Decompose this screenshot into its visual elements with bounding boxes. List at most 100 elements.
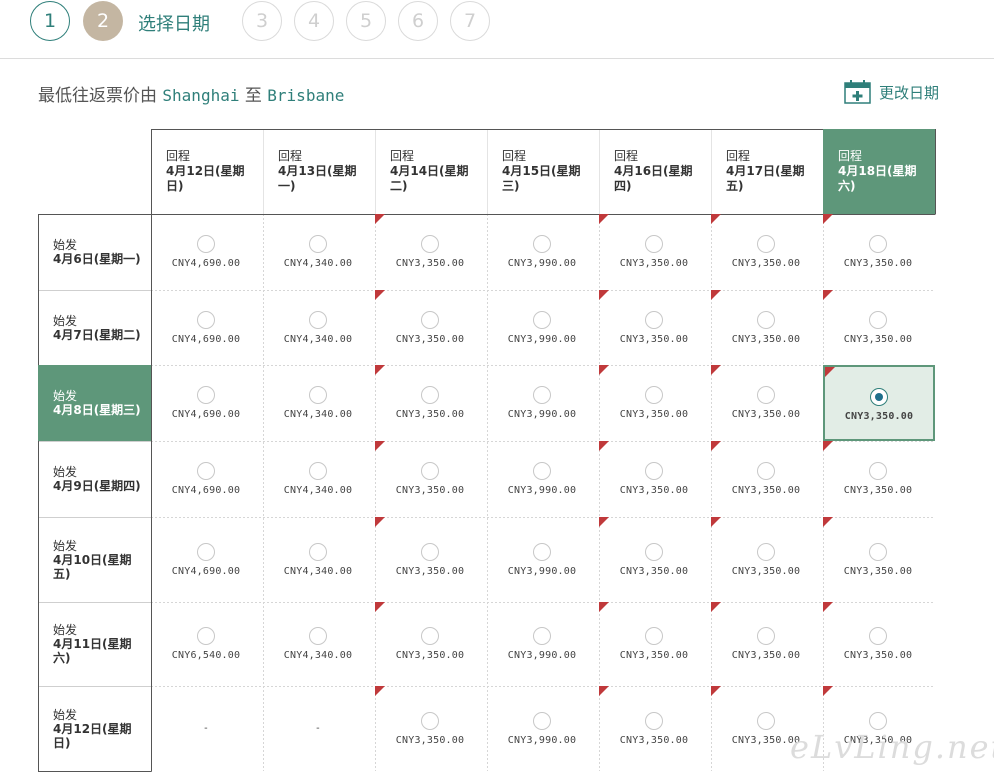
fare-cell[interactable]: CNY3,990.00 bbox=[487, 602, 599, 686]
fare-radio[interactable] bbox=[533, 712, 551, 730]
fare-radio[interactable] bbox=[645, 712, 663, 730]
fare-radio[interactable] bbox=[757, 235, 775, 253]
fare-cell[interactable]: CNY3,990.00 bbox=[487, 441, 599, 517]
fare-radio[interactable] bbox=[869, 627, 887, 645]
fare-radio[interactable] bbox=[197, 235, 215, 253]
fare-cell[interactable]: CNY3,350.00 bbox=[711, 602, 823, 686]
fare-radio[interactable] bbox=[197, 311, 215, 329]
fare-radio[interactable] bbox=[421, 543, 439, 561]
fare-cell[interactable]: CNY4,690.00 bbox=[151, 290, 263, 365]
depart-date-header[interactable]: 始发 4月12日(星期 日) bbox=[38, 686, 151, 771]
fare-cell[interactable]: CNY3,350.00 bbox=[375, 214, 487, 290]
fare-cell[interactable]: CNY3,990.00 bbox=[487, 290, 599, 365]
change-date-button[interactable]: 更改日期 bbox=[844, 80, 939, 104]
fare-cell[interactable]: CNY4,340.00 bbox=[263, 365, 375, 441]
fare-radio[interactable] bbox=[869, 235, 887, 253]
depart-date-header[interactable]: 始发 4月8日(星期三) bbox=[38, 365, 151, 441]
fare-radio[interactable] bbox=[421, 235, 439, 253]
fare-cell[interactable]: CNY3,350.00 bbox=[599, 517, 711, 602]
return-date-header[interactable]: 回程 4月15日(星期 三) bbox=[487, 129, 599, 214]
fare-cell[interactable]: CNY3,350.00 bbox=[375, 517, 487, 602]
fare-cell[interactable]: CNY4,340.00 bbox=[263, 441, 375, 517]
fare-radio[interactable] bbox=[645, 543, 663, 561]
fare-cell[interactable]: CNY3,990.00 bbox=[487, 365, 599, 441]
return-date-header[interactable]: 回程 4月14日(星期 二) bbox=[375, 129, 487, 214]
fare-radio[interactable] bbox=[533, 462, 551, 480]
fare-radio[interactable] bbox=[421, 311, 439, 329]
return-date-header[interactable]: 回程 4月18日(星期 六) bbox=[823, 129, 935, 214]
fare-radio[interactable] bbox=[421, 627, 439, 645]
fare-cell[interactable]: CNY3,990.00 bbox=[487, 686, 599, 771]
fare-cell[interactable]: CNY3,350.00 bbox=[375, 290, 487, 365]
depart-date-header[interactable]: 始发 4月10日(星期 五) bbox=[38, 517, 151, 602]
fare-radio[interactable] bbox=[197, 462, 215, 480]
fare-cell[interactable]: CNY3,350.00 bbox=[599, 214, 711, 290]
fare-radio[interactable] bbox=[421, 712, 439, 730]
return-date-header[interactable]: 回程 4月12日(星期 日) bbox=[151, 129, 263, 214]
fare-radio[interactable] bbox=[309, 235, 327, 253]
fare-radio[interactable] bbox=[645, 311, 663, 329]
fare-cell[interactable]: CNY3,350.00 bbox=[375, 441, 487, 517]
fare-cell[interactable]: CNY3,350.00 bbox=[711, 517, 823, 602]
fare-radio[interactable] bbox=[421, 462, 439, 480]
depart-date-header[interactable]: 始发 4月11日(星期 六) bbox=[38, 602, 151, 686]
fare-radio[interactable] bbox=[309, 386, 327, 404]
fare-radio[interactable] bbox=[533, 311, 551, 329]
fare-radio[interactable] bbox=[757, 311, 775, 329]
depart-date-header[interactable]: 始发 4月9日(星期四) bbox=[38, 441, 151, 517]
fare-cell[interactable]: CNY3,350.00 bbox=[711, 365, 823, 441]
fare-cell[interactable]: CNY3,350.00 bbox=[599, 686, 711, 771]
fare-radio[interactable] bbox=[870, 388, 888, 406]
fare-radio[interactable] bbox=[197, 543, 215, 561]
fare-cell[interactable]: CNY3,990.00 bbox=[487, 214, 599, 290]
fare-cell[interactable]: CNY3,350.00 bbox=[375, 365, 487, 441]
fare-cell[interactable]: CNY3,350.00 bbox=[375, 602, 487, 686]
fare-radio[interactable] bbox=[309, 311, 327, 329]
fare-cell[interactable]: CNY3,350.00 bbox=[599, 365, 711, 441]
fare-cell[interactable]: CNY4,340.00 bbox=[263, 214, 375, 290]
fare-cell[interactable]: CNY4,690.00 bbox=[151, 517, 263, 602]
fare-cell[interactable]: CNY6,540.00 bbox=[151, 602, 263, 686]
fare-radio[interactable] bbox=[645, 386, 663, 404]
return-date-header[interactable]: 回程 4月16日(星期 四) bbox=[599, 129, 711, 214]
depart-date-header[interactable]: 始发 4月6日(星期一) bbox=[38, 214, 151, 290]
fare-radio[interactable] bbox=[645, 235, 663, 253]
fare-cell[interactable]: CNY3,350.00 bbox=[823, 214, 935, 290]
fare-radio[interactable] bbox=[197, 627, 215, 645]
fare-radio[interactable] bbox=[869, 543, 887, 561]
fare-radio[interactable] bbox=[533, 543, 551, 561]
fare-radio[interactable] bbox=[869, 462, 887, 480]
fare-cell[interactable]: CNY3,350.00 bbox=[599, 441, 711, 517]
fare-cell[interactable]: CNY3,350.00 bbox=[823, 441, 935, 517]
fare-radio[interactable] bbox=[309, 543, 327, 561]
fare-cell[interactable]: CNY3,350.00 bbox=[711, 441, 823, 517]
fare-cell[interactable]: CNY3,350.00 bbox=[823, 365, 935, 441]
fare-cell[interactable]: CNY4,340.00 bbox=[263, 602, 375, 686]
fare-radio[interactable] bbox=[421, 386, 439, 404]
fare-radio[interactable] bbox=[533, 386, 551, 404]
fare-cell[interactable]: CNY3,350.00 bbox=[823, 602, 935, 686]
fare-radio[interactable] bbox=[533, 627, 551, 645]
fare-cell[interactable]: CNY3,350.00 bbox=[823, 290, 935, 365]
fare-radio[interactable] bbox=[309, 462, 327, 480]
fare-radio[interactable] bbox=[197, 386, 215, 404]
fare-cell[interactable]: CNY3,350.00 bbox=[599, 290, 711, 365]
fare-cell[interactable]: CNY3,350.00 bbox=[599, 602, 711, 686]
fare-radio[interactable] bbox=[757, 712, 775, 730]
fare-cell[interactable]: CNY4,340.00 bbox=[263, 517, 375, 602]
step-1[interactable]: 1 bbox=[30, 1, 70, 41]
fare-radio[interactable] bbox=[757, 386, 775, 404]
fare-radio[interactable] bbox=[757, 462, 775, 480]
return-date-header[interactable]: 回程 4月17日(星期 五) bbox=[711, 129, 823, 214]
fare-radio[interactable] bbox=[309, 627, 327, 645]
fare-radio[interactable] bbox=[533, 235, 551, 253]
depart-date-header[interactable]: 始发 4月7日(星期二) bbox=[38, 290, 151, 365]
fare-cell[interactable]: CNY3,990.00 bbox=[487, 517, 599, 602]
fare-cell[interactable]: CNY4,690.00 bbox=[151, 441, 263, 517]
fare-cell[interactable]: CNY4,690.00 bbox=[151, 214, 263, 290]
fare-cell[interactable]: CNY3,350.00 bbox=[823, 517, 935, 602]
fare-cell[interactable]: CNY4,690.00 bbox=[151, 365, 263, 441]
fare-cell[interactable]: CNY4,340.00 bbox=[263, 290, 375, 365]
fare-cell[interactable]: CNY3,350.00 bbox=[711, 290, 823, 365]
fare-radio[interactable] bbox=[645, 627, 663, 645]
